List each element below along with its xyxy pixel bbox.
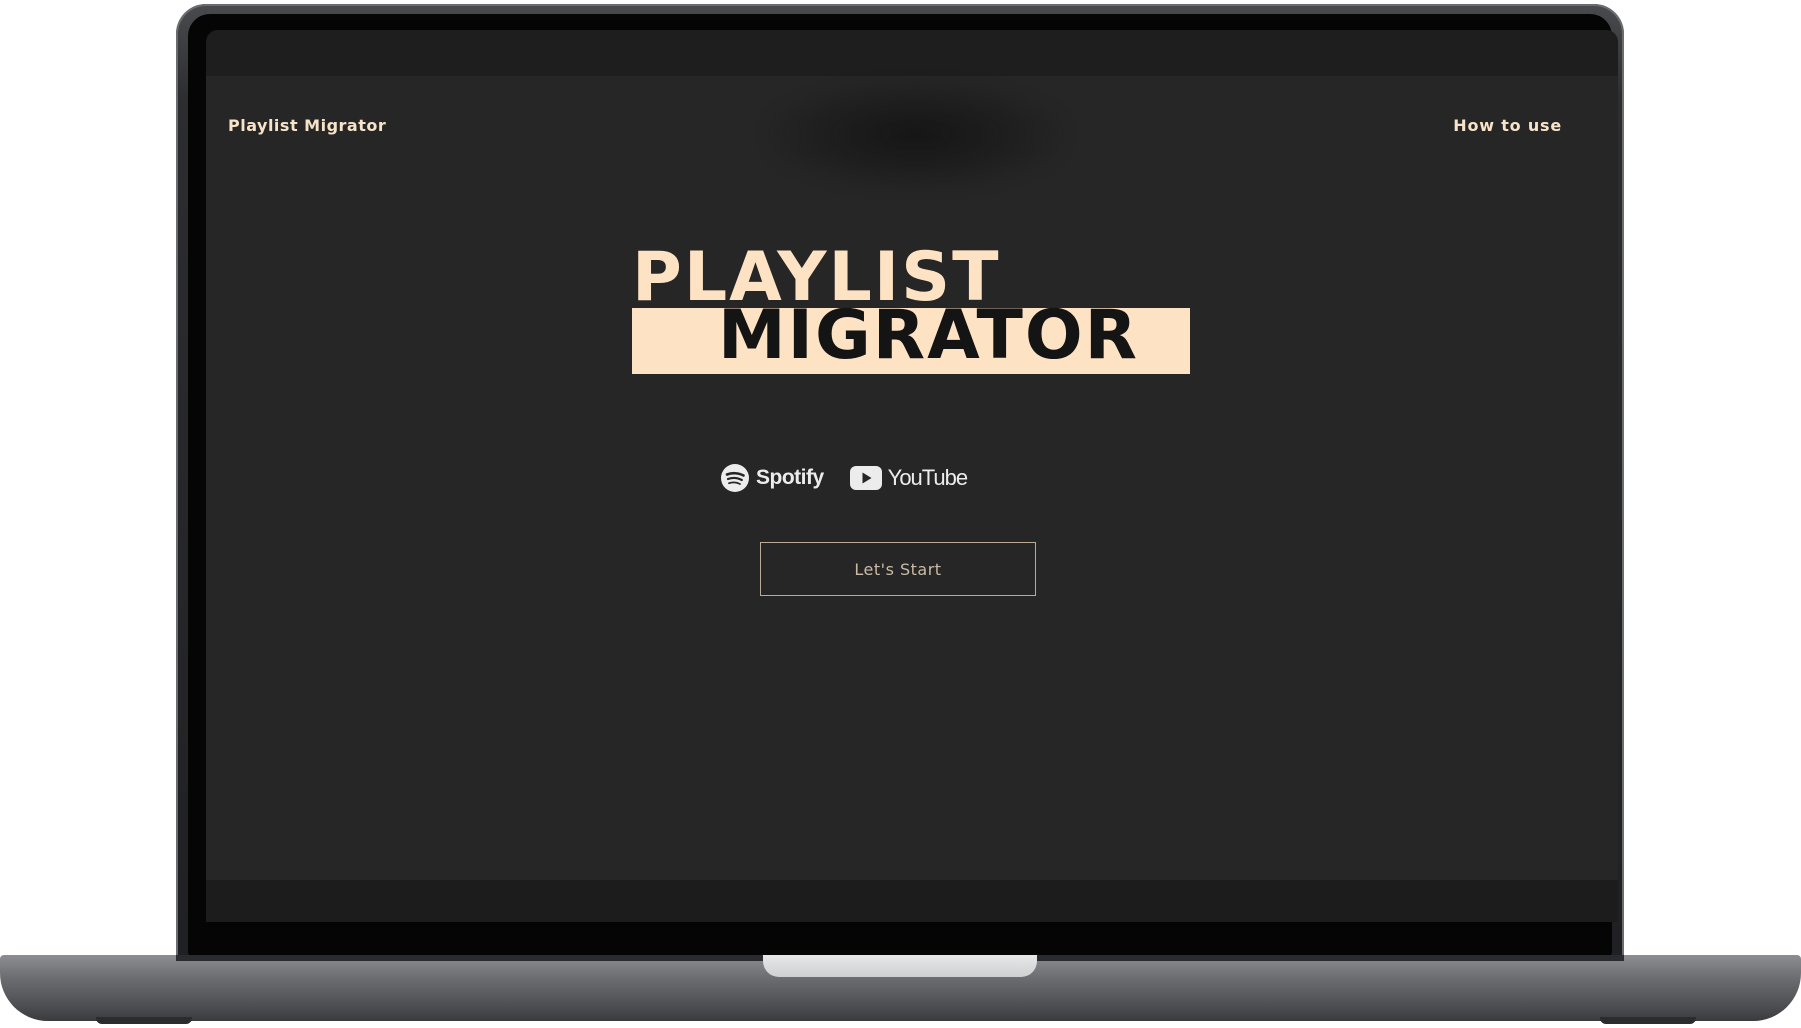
youtube-logo: YouTube (849, 465, 968, 491)
laptop-foot-left (96, 1017, 192, 1024)
faded-background-graphic (766, 80, 1066, 190)
lets-start-button[interactable]: Let's Start (760, 542, 1036, 596)
supported-services: Spotify YouTube (720, 460, 968, 496)
laptop-lid: Playlist Migrator How to use PLAYLIST MI… (176, 4, 1624, 962)
spotify-icon (721, 464, 749, 492)
browser-top-strip (206, 30, 1618, 76)
logo-title-line2: MIGRATOR (718, 296, 1140, 375)
screen-bottom-strip (206, 880, 1618, 922)
laptop-opening-notch (763, 955, 1037, 977)
youtube-play-icon (849, 466, 882, 490)
nav-how-to-use-link[interactable]: How to use (1453, 116, 1562, 135)
spotify-logo: Spotify (720, 463, 824, 493)
spotify-wordmark: Spotify (756, 466, 824, 489)
nav-brand-link[interactable]: Playlist Migrator (228, 116, 386, 135)
laptop-base (0, 955, 1801, 1024)
laptop-mockup: Playlist Migrator How to use PLAYLIST MI… (0, 0, 1801, 1028)
screen-bezel: Playlist Migrator How to use PLAYLIST MI… (188, 14, 1618, 956)
screen: Playlist Migrator How to use PLAYLIST MI… (206, 30, 1618, 922)
web-page: Playlist Migrator How to use PLAYLIST MI… (206, 76, 1618, 880)
youtube-wordmark: YouTube (887, 465, 968, 490)
playlist-migrator-logo: PLAYLIST MIGRATOR (632, 244, 1192, 375)
laptop-foot-right (1600, 1017, 1696, 1024)
